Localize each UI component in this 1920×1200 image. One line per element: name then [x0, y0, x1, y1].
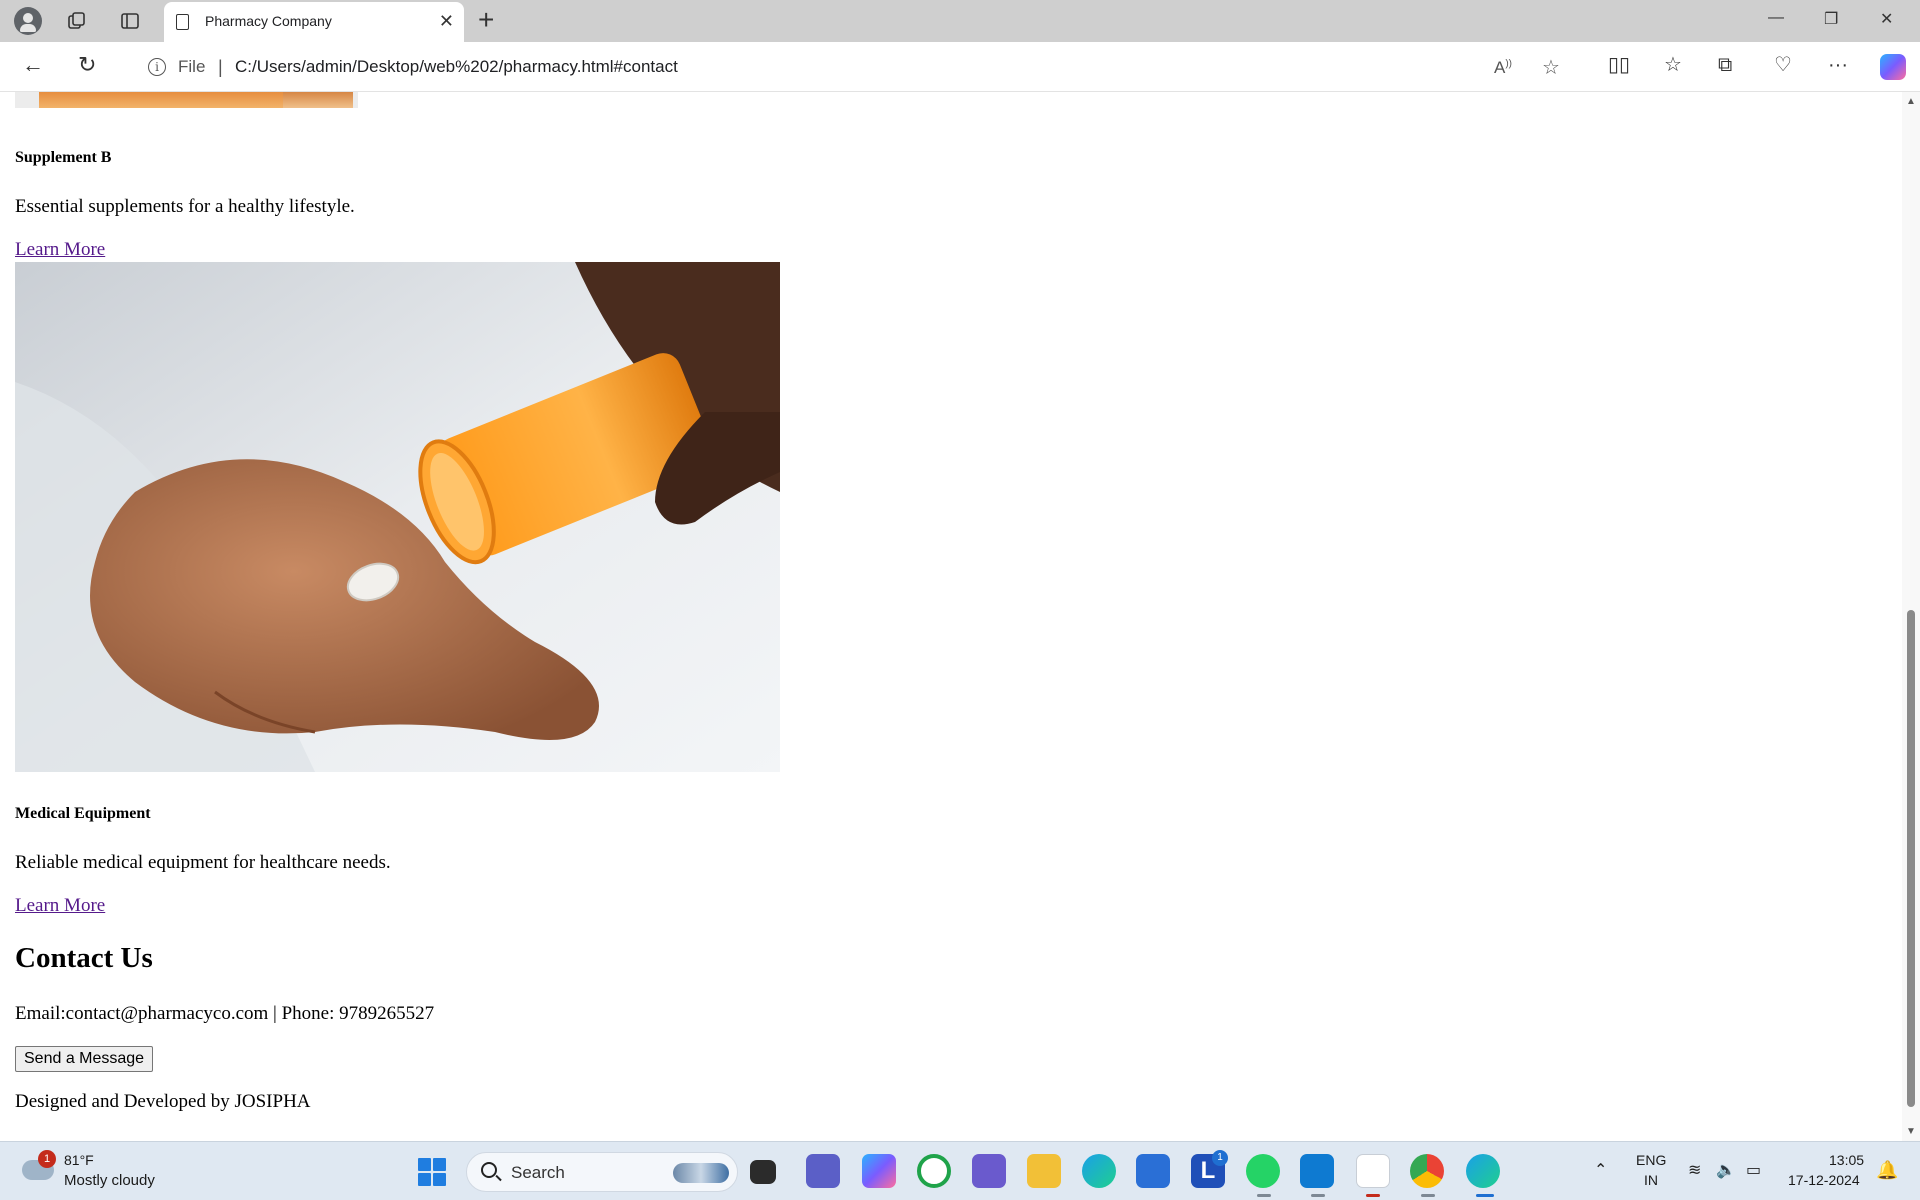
- start-tile: [433, 1158, 446, 1171]
- page-viewport: Supplement B Essential supplements for a…: [0, 92, 1902, 1141]
- vertical-scrollbar[interactable]: ▲ ▼: [1902, 92, 1920, 1141]
- scrollbar-thumb[interactable]: [1907, 610, 1915, 1107]
- omnibox[interactable]: i File | C:/Users/admin/Desktop/web%202/…: [130, 49, 1580, 85]
- workspaces-icon[interactable]: [64, 8, 90, 34]
- tab-title: Pharmacy Company: [205, 13, 332, 29]
- profile-icon[interactable]: [14, 7, 42, 35]
- product-title: Medical Equipment: [15, 805, 151, 822]
- chrome-icon[interactable]: [1410, 1154, 1444, 1188]
- running-indicator: [1421, 1194, 1435, 1197]
- previous-image-part-b: [283, 92, 353, 108]
- medical-equipment-image: [15, 262, 780, 772]
- reload-icon[interactable]: ↻: [78, 52, 96, 78]
- search-highlight-icon: [673, 1163, 729, 1183]
- contact-details: Email:contact@pharmacyco.com | Phone: 97…: [15, 1003, 435, 1024]
- address-separator: |: [218, 57, 223, 77]
- edge-icon[interactable]: [1082, 1154, 1116, 1188]
- learn-more-link[interactable]: Learn More: [15, 895, 105, 917]
- taskbar-search[interactable]: Search: [466, 1152, 738, 1192]
- favorites-icon[interactable]: ☆: [1664, 53, 1682, 77]
- read-aloud-icon[interactable]: A)): [1494, 58, 1512, 78]
- browser-essentials-icon[interactable]: ♡: [1774, 53, 1792, 77]
- language-code[interactable]: ENG: [1636, 1152, 1666, 1168]
- close-window-icon[interactable]: ✕: [1880, 9, 1893, 29]
- tab-pharmacy-company[interactable]: Pharmacy Company ✕: [164, 2, 464, 42]
- circle-app-icon[interactable]: [917, 1154, 951, 1188]
- battery-icon[interactable]: ▭: [1746, 1160, 1761, 1180]
- product-title: Supplement B: [15, 149, 112, 166]
- l-app-badge: 1: [1212, 1150, 1228, 1166]
- browser-tab-bar: Pharmacy Company ✕ + — ❐ ✕: [0, 0, 1920, 42]
- address-bar-row: ← ↻ i File | C:/Users/admin/Desktop/web%…: [0, 42, 1920, 92]
- collections-icon[interactable]: ⧉: [1718, 53, 1732, 77]
- back-icon[interactable]: ←: [22, 52, 44, 78]
- scroll-up-arrow-icon[interactable]: ▲: [1906, 96, 1916, 107]
- proton-app-icon[interactable]: [972, 1154, 1006, 1188]
- copilot-icon[interactable]: [1880, 54, 1906, 80]
- windows-taskbar: 1 81°F Mostly cloudy Search L 1 ⌃ ENG IN…: [0, 1141, 1920, 1200]
- url-text[interactable]: C:/Users/admin/Desktop/web%202/pharmacy.…: [235, 57, 678, 77]
- product-description: Essential supplements for a healthy life…: [15, 196, 355, 217]
- running-indicator: [1366, 1194, 1380, 1197]
- more-menu-icon[interactable]: ···: [1828, 53, 1848, 77]
- site-info-icon[interactable]: i: [148, 58, 166, 76]
- product-description: Reliable medical equipment for healthcar…: [15, 852, 391, 873]
- send-message-button[interactable]: Send a Message: [15, 1046, 154, 1072]
- weather-temperature[interactable]: 81°F: [64, 1152, 94, 1168]
- favorite-star-icon[interactable]: ☆: [1542, 55, 1560, 80]
- search-label: Search: [511, 1163, 565, 1182]
- clock-date[interactable]: 17-12-2024: [1788, 1172, 1860, 1188]
- close-tab-icon[interactable]: ✕: [439, 11, 454, 31]
- vscode-icon[interactable]: [1300, 1154, 1334, 1188]
- copilot-app-icon[interactable]: [862, 1154, 896, 1188]
- vertical-tabs-icon[interactable]: [117, 8, 143, 34]
- edge-active-icon[interactable]: [1466, 1154, 1500, 1188]
- language-region[interactable]: IN: [1644, 1172, 1658, 1188]
- notification-bell-icon[interactable]: 🔔: [1876, 1160, 1898, 1181]
- start-tile: [418, 1173, 431, 1186]
- scroll-down-arrow-icon[interactable]: ▼: [1906, 1126, 1916, 1137]
- search-icon: [481, 1162, 497, 1178]
- previous-product-image: [15, 92, 358, 108]
- whatsapp-icon[interactable]: [1246, 1154, 1280, 1188]
- start-tile: [433, 1173, 446, 1186]
- start-tile: [418, 1158, 431, 1171]
- learn-more-link[interactable]: Learn More: [15, 239, 105, 261]
- file-explorer-icon[interactable]: [1027, 1154, 1061, 1188]
- scheme-label: File: [178, 57, 206, 76]
- notepad-app-icon[interactable]: [1356, 1154, 1390, 1188]
- footer-credit: Designed and Developed by JOSIPHA: [15, 1091, 311, 1112]
- microsoft-store-icon[interactable]: [1136, 1154, 1170, 1188]
- wifi-icon[interactable]: ≋: [1688, 1160, 1701, 1180]
- contact-heading: Contact Us: [15, 942, 153, 974]
- split-screen-icon[interactable]: ▯▯: [1608, 53, 1630, 77]
- clock-time[interactable]: 13:05: [1829, 1152, 1864, 1168]
- show-hidden-icons-icon[interactable]: ⌃: [1594, 1160, 1607, 1180]
- weather-description[interactable]: Mostly cloudy: [64, 1172, 155, 1189]
- minimize-icon[interactable]: —: [1768, 9, 1784, 27]
- new-tab-icon[interactable]: +: [478, 6, 494, 34]
- restore-icon[interactable]: ❐: [1824, 9, 1838, 29]
- running-indicator: [1311, 1194, 1325, 1197]
- previous-image-part-a: [39, 92, 283, 108]
- teams-icon[interactable]: [806, 1154, 840, 1188]
- weather-badge: 1: [38, 1150, 56, 1168]
- active-indicator: [1476, 1194, 1494, 1197]
- volume-icon[interactable]: 🔈: [1716, 1160, 1736, 1180]
- start-button[interactable]: [418, 1158, 446, 1186]
- page-icon: [176, 14, 189, 30]
- running-indicator: [1257, 1194, 1271, 1197]
- task-view-icon[interactable]: [750, 1160, 776, 1184]
